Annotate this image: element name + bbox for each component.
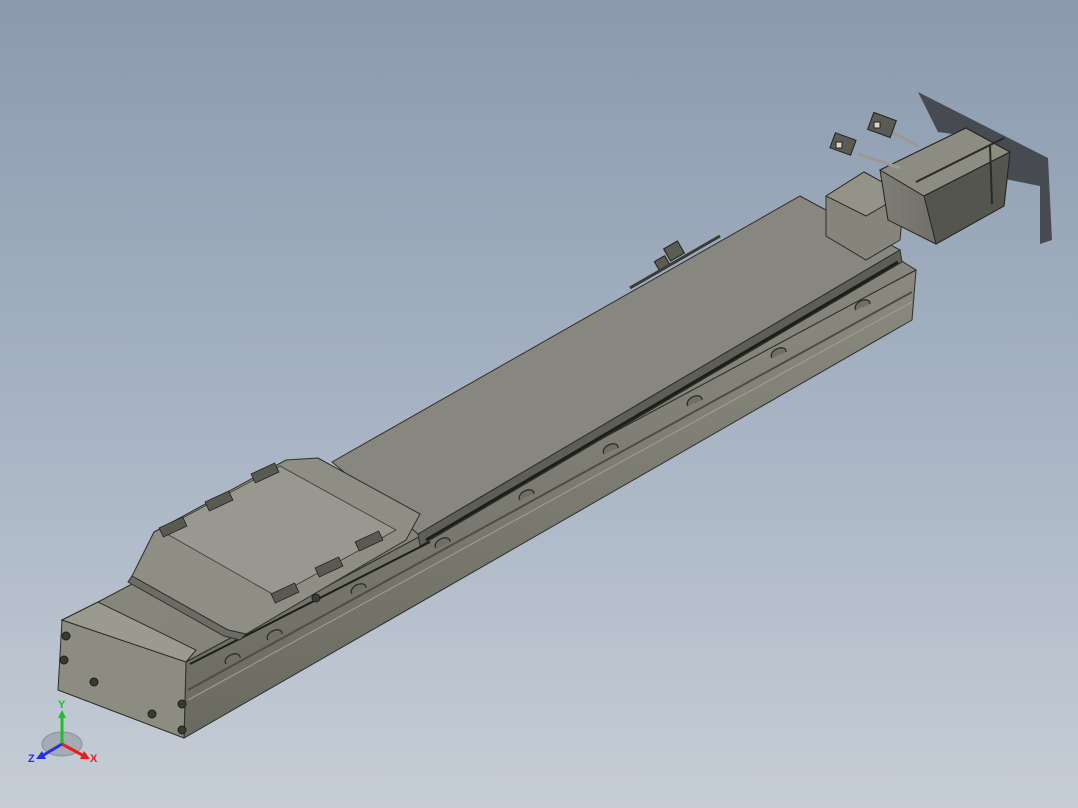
z-axis-label: Z [28, 753, 35, 765]
y-axis-label: Y [58, 699, 66, 711]
linear-actuator-model[interactable]: Y X Z [0, 0, 1078, 808]
axis-triad: Y X Z [28, 699, 98, 765]
x-axis-label: X [90, 753, 98, 765]
y-axis-arrow [58, 710, 66, 718]
cad-viewport[interactable]: Y X Z [0, 0, 1078, 808]
